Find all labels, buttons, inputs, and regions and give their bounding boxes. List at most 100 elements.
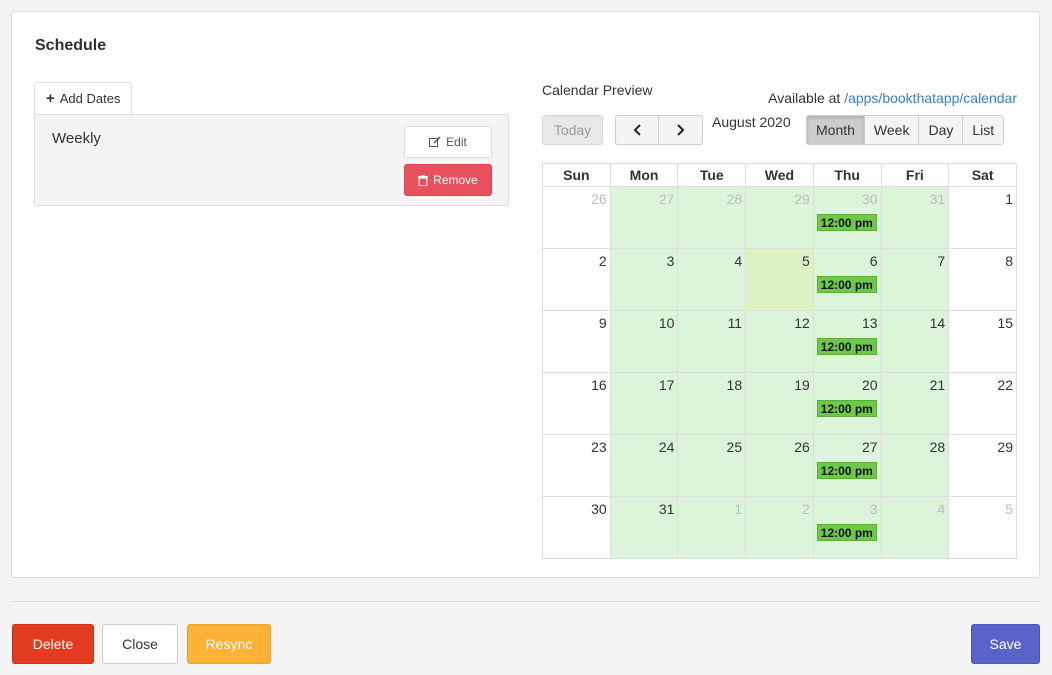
calendar-event[interactable]: 12:00 pm	[816, 524, 877, 541]
calendar-day-cell[interactable]: 30 12:00 pm	[812, 186, 882, 249]
view-week-button[interactable]: Week	[864, 115, 920, 145]
calendar-day-cell[interactable]: 28	[677, 186, 747, 249]
next-button[interactable]	[659, 115, 703, 145]
remove-label: Remove	[433, 173, 478, 187]
calendar-day-cell[interactable]: 5	[745, 248, 814, 311]
save-button[interactable]: Save	[971, 624, 1040, 664]
calendar-day-cell[interactable]: 20 12:00 pm	[812, 372, 882, 435]
weekday-header: Sun	[542, 163, 611, 187]
calendar-day-cell[interactable]: 7	[880, 248, 950, 311]
add-dates-label: Add Dates	[59, 91, 121, 106]
chevron-left-icon	[633, 124, 641, 136]
calendar-day-cell[interactable]: 3	[609, 248, 679, 311]
day-number: 26	[591, 191, 607, 207]
calendar-day-cell[interactable]: 31	[609, 496, 679, 559]
weekday-header: Fri	[880, 163, 950, 187]
day-number: 22	[997, 377, 1013, 393]
calendar-week-row: 26 27 28 29 30 12:00 pm 31 1	[542, 186, 1017, 249]
calendar-day-cell[interactable]: 2	[745, 496, 814, 559]
calendar-day-cell[interactable]: 23	[542, 434, 611, 497]
day-number: 14	[929, 315, 946, 331]
edit-button[interactable]: Edit	[404, 126, 492, 158]
day-number: 28	[929, 439, 946, 455]
day-number: 30	[591, 501, 607, 517]
day-number: 7	[937, 253, 946, 269]
day-number: 2	[598, 253, 607, 269]
calendar-link[interactable]: /apps/bookthatapp/calendar	[844, 90, 1017, 106]
calendar-week-row: 2 3 4 5 6 12:00 pm 7 8	[542, 248, 1017, 311]
calendar-day-cell[interactable]: 1	[948, 186, 1017, 249]
day-number: 31	[929, 191, 946, 207]
calendar-day-cell[interactable]: 29	[745, 186, 814, 249]
calendar-day-cell[interactable]: 30	[542, 496, 611, 559]
calendar-day-cell[interactable]: 28	[880, 434, 950, 497]
calendar-day-cell[interactable]: 14	[880, 310, 950, 373]
calendar-day-cell[interactable]: 11	[677, 310, 747, 373]
plus-icon: +	[46, 90, 55, 107]
calendar-day-cell[interactable]: 26	[745, 434, 814, 497]
calendar-event[interactable]: 12:00 pm	[816, 462, 877, 479]
delete-button[interactable]: Delete	[12, 624, 94, 664]
calendar-day-cell[interactable]: 8	[948, 248, 1017, 311]
calendar-event[interactable]: 12:00 pm	[816, 276, 877, 293]
day-number: 5	[1005, 501, 1013, 517]
calendar-day-cell[interactable]: 4	[880, 496, 950, 559]
calendar-event[interactable]: 12:00 pm	[816, 214, 877, 231]
calendar-day-cell[interactable]: 4	[677, 248, 747, 311]
calendar-day-cell[interactable]: 1	[677, 496, 747, 559]
calendar-day-cell[interactable]: 19	[745, 372, 814, 435]
calendar-day-cell[interactable]: 13 12:00 pm	[812, 310, 882, 373]
day-number: 25	[726, 439, 743, 455]
calendar-day-cell[interactable]: 9	[542, 310, 611, 373]
calendar-day-cell[interactable]: 3 12:00 pm	[812, 496, 882, 559]
calendar-day-cell[interactable]: 22	[948, 372, 1017, 435]
calendar-day-cell[interactable]: 27 12:00 pm	[812, 434, 882, 497]
calendar-day-cell[interactable]: 18	[677, 372, 747, 435]
day-number: 27	[658, 191, 675, 207]
calendar-day-cell[interactable]: 10	[609, 310, 679, 373]
today-button[interactable]: Today	[542, 115, 603, 145]
calendar-event[interactable]: 12:00 pm	[816, 338, 877, 355]
day-number: 5	[802, 253, 810, 269]
day-number: 27	[861, 439, 878, 455]
day-number: 6	[869, 253, 878, 269]
calendar-day-cell[interactable]: 16	[542, 372, 611, 435]
resync-button[interactable]: Resync	[187, 624, 271, 664]
day-number: 16	[591, 377, 607, 393]
weekday-header: Wed	[745, 163, 814, 187]
add-dates-button[interactable]: + Add Dates	[34, 82, 133, 114]
calendar-day-cell[interactable]: 24	[609, 434, 679, 497]
calendar-day-cell[interactable]: 29	[948, 434, 1017, 497]
calendar-day-cell[interactable]: 25	[677, 434, 747, 497]
view-day-button[interactable]: Day	[919, 115, 964, 145]
calendar-day-cell[interactable]: 2	[542, 248, 611, 311]
remove-button[interactable]: Remove	[404, 164, 492, 196]
day-number: 23	[591, 439, 607, 455]
calendar-day-cell[interactable]: 17	[609, 372, 679, 435]
calendar-day-cell[interactable]: 15	[948, 310, 1017, 373]
day-number: 11	[727, 315, 743, 331]
calendar-day-cell[interactable]: 26	[542, 186, 611, 249]
weekday-header: Mon	[609, 163, 679, 187]
calendar-title: August 2020	[712, 114, 791, 130]
chevron-right-icon	[676, 124, 684, 136]
close-button[interactable]: Close	[102, 624, 178, 664]
view-list-button[interactable]: List	[963, 115, 1005, 145]
calendar-event[interactable]: 12:00 pm	[816, 400, 877, 417]
calendar-day-cell[interactable]: 27	[609, 186, 679, 249]
day-number: 15	[997, 315, 1013, 331]
day-number: 20	[861, 377, 878, 393]
day-number: 29	[997, 439, 1013, 455]
section-title: Schedule	[35, 37, 107, 54]
calendar-day-cell[interactable]: 21	[880, 372, 950, 435]
calendar-day-cell[interactable]: 5	[948, 496, 1017, 559]
calendar-day-cell[interactable]: 6 12:00 pm	[812, 248, 882, 311]
trash-icon	[418, 174, 429, 186]
edit-icon	[429, 136, 441, 147]
prev-button[interactable]	[615, 115, 659, 145]
weekday-header: Thu	[812, 163, 882, 187]
calendar-day-cell[interactable]: 31	[880, 186, 950, 249]
calendar-nav	[615, 115, 703, 145]
view-month-button[interactable]: Month	[806, 115, 865, 145]
calendar-day-cell[interactable]: 12	[745, 310, 814, 373]
